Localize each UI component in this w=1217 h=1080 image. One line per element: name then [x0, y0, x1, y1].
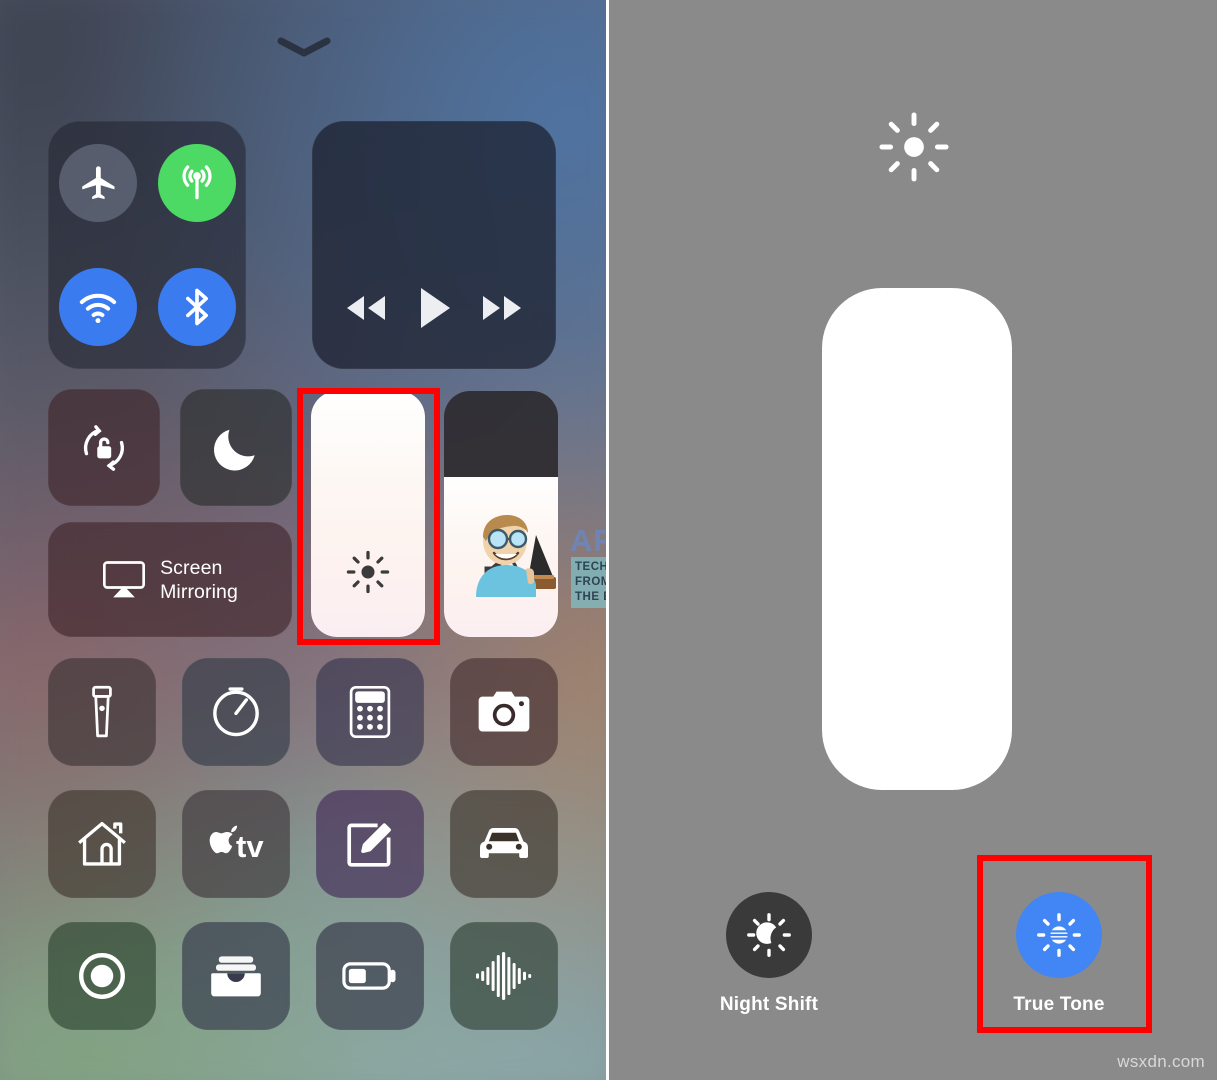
camera-button[interactable] [450, 658, 558, 766]
true-tone-toggle[interactable]: True Tone [969, 892, 1149, 1016]
timer-icon [209, 685, 263, 739]
car-button[interactable] [450, 790, 558, 898]
moon-icon [209, 421, 263, 475]
control-center-panel: Screen Mirroring tv AP TECH FROM THE [0, 0, 608, 1080]
media-playback-module [312, 121, 556, 369]
voice-memos-button[interactable] [450, 922, 558, 1030]
bluetooth-icon [175, 285, 219, 329]
brightness-sun-icon [877, 110, 951, 184]
screen-recording-button[interactable] [48, 922, 156, 1030]
voice-memo-icon [474, 951, 534, 1001]
night-shift-icon [745, 911, 793, 959]
true-tone-label: True Tone [1013, 994, 1105, 1015]
notes-button[interactable] [316, 790, 424, 898]
site-watermark: wsxdn.com [1117, 1052, 1205, 1071]
rotation-lock-toggle[interactable] [48, 389, 160, 506]
battery-icon [341, 959, 399, 993]
app-shortcut-grid: tv [48, 658, 558, 1030]
car-icon [476, 824, 532, 864]
brightness-slider[interactable] [311, 391, 425, 637]
cellular-antenna-icon [175, 161, 219, 205]
connectivity-module [48, 121, 246, 369]
screen-mirroring-label: Screen Mirroring [160, 556, 238, 603]
home-button[interactable] [48, 790, 156, 898]
apple-tv-icon: tv [204, 824, 268, 864]
bluetooth-toggle[interactable] [157, 268, 236, 346]
cellular-data-toggle[interactable] [157, 144, 236, 222]
rotation-lock-icon [77, 421, 131, 475]
do-not-disturb-toggle[interactable] [180, 389, 292, 506]
brightness-options-row: Night Shift True Tone [679, 892, 1149, 1016]
volume-icon [478, 549, 524, 595]
wallet-icon [210, 952, 262, 1000]
calculator-button[interactable] [316, 658, 424, 766]
timer-button[interactable] [182, 658, 290, 766]
low-power-mode-button[interactable] [316, 922, 424, 1030]
night-shift-label: Night Shift [719, 994, 819, 1015]
apple-tv-remote-button[interactable]: tv [182, 790, 290, 898]
screen-mirroring-button[interactable]: Screen Mirroring [48, 522, 292, 637]
screenshot-root: Screen Mirroring tv AP TECH FROM THE Nig… [0, 0, 1217, 1080]
notes-icon [344, 818, 396, 870]
play-button[interactable] [414, 285, 454, 331]
expanded-brightness-panel: Night Shift True Tone wsxdn.com [609, 0, 1217, 1080]
airplane-mode-toggle[interactable] [58, 144, 137, 222]
flashlight-button[interactable] [48, 658, 156, 766]
rewind-button[interactable] [342, 293, 390, 323]
airplane-icon [76, 161, 120, 205]
expanded-brightness-slider[interactable] [822, 288, 1012, 790]
flashlight-icon [80, 684, 124, 740]
brightness-sun-icon [345, 549, 391, 595]
fast-forward-button[interactable] [478, 293, 526, 323]
wifi-toggle[interactable] [58, 268, 137, 346]
chevron-down-icon[interactable] [277, 36, 331, 58]
volume-slider[interactable] [444, 391, 558, 637]
wallet-button[interactable] [182, 922, 290, 1030]
calculator-icon [348, 685, 392, 739]
night-shift-toggle[interactable]: Night Shift [679, 892, 859, 1016]
airplay-icon [102, 560, 146, 600]
home-icon [75, 819, 129, 869]
true-tone-icon [1035, 911, 1083, 959]
svg-text:tv: tv [236, 829, 264, 864]
wifi-icon [76, 285, 120, 329]
screen-record-icon [76, 950, 128, 1002]
camera-icon [477, 688, 531, 736]
